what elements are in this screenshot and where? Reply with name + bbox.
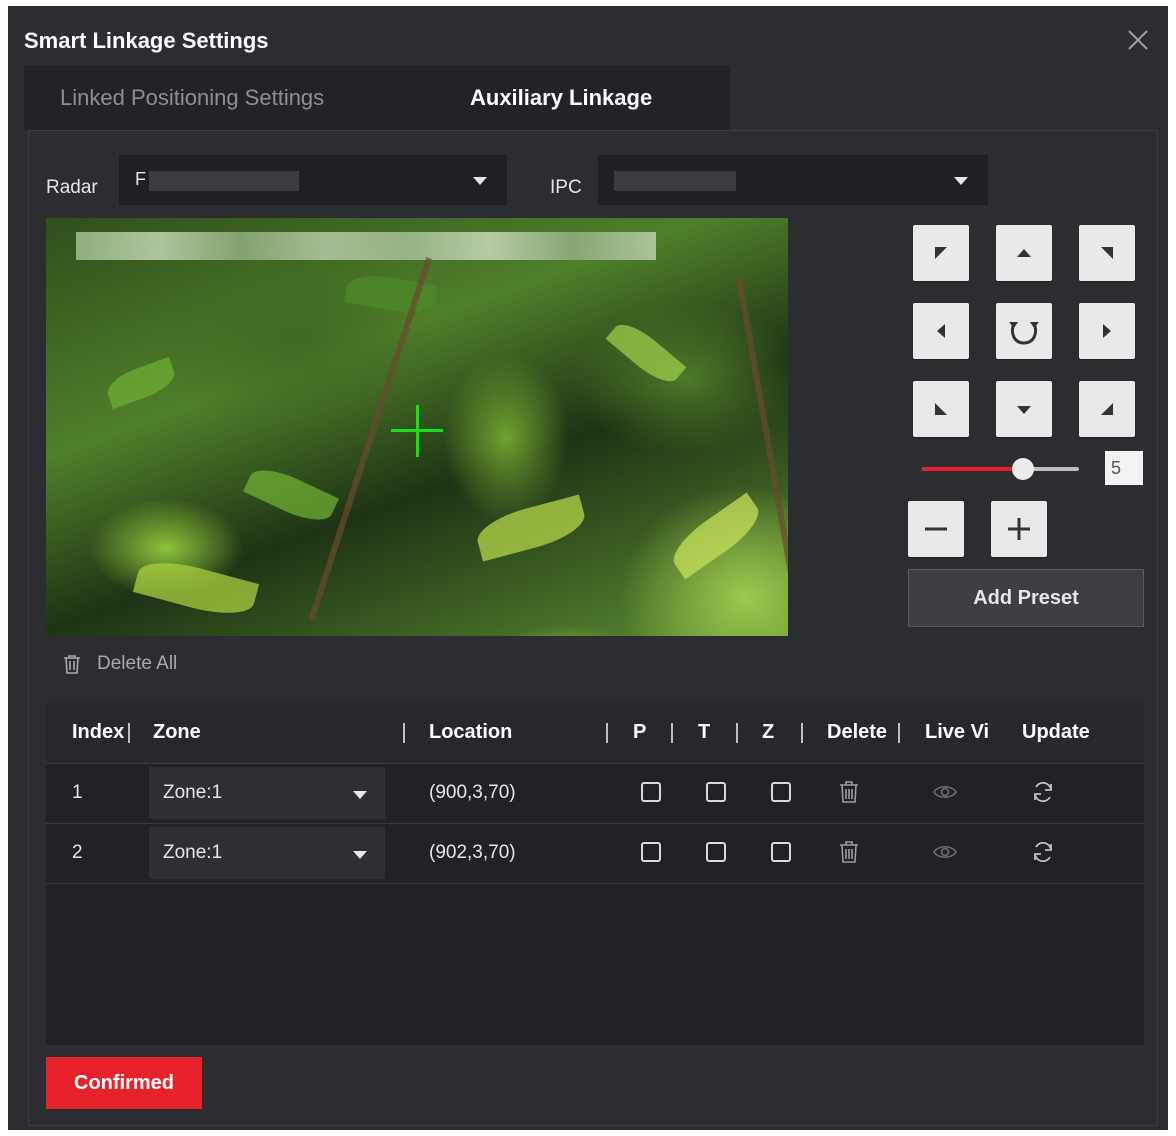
col-location: Location <box>429 721 513 743</box>
radar-select[interactable]: F <box>119 155 507 205</box>
ipc-label: IPC <box>550 177 582 198</box>
minus-icon <box>925 527 947 531</box>
linkage-table: Index Zone Location P T Z Delete Live Vi… <box>46 701 1144 1045</box>
live-video-view[interactable] <box>46 218 788 636</box>
ptz-down-right-button[interactable] <box>1079 381 1135 437</box>
chevron-down-icon <box>353 851 367 859</box>
row-location: (902,3,70) <box>429 842 516 863</box>
ptz-speed-value[interactable]: 5 <box>1105 451 1143 485</box>
eye-icon[interactable] <box>932 779 958 805</box>
table-row: 2 Zone:1 (902,3,70) <box>46 823 1144 884</box>
column-divider[interactable] <box>801 723 803 743</box>
ptz-right-button[interactable] <box>1079 303 1135 359</box>
foliage-leaf <box>472 494 590 562</box>
col-zone: Zone <box>153 721 201 743</box>
column-divider[interactable] <box>403 723 405 743</box>
zoom-out-button[interactable] <box>908 501 964 557</box>
chevron-down-icon <box>954 177 968 185</box>
trash-icon <box>64 655 80 674</box>
crosshair-icon-vertical <box>416 405 419 457</box>
slider-fill <box>922 467 1023 471</box>
auxiliary-linkage-panel: Radar F IPC Delete All 5 Add Preset Inde… <box>28 130 1158 1126</box>
column-divider[interactable] <box>671 723 673 743</box>
p-checkbox[interactable] <box>641 782 661 802</box>
row-index: 1 <box>72 782 83 803</box>
zoom-in-button[interactable] <box>991 501 1047 557</box>
add-preset-button[interactable]: Add Preset <box>908 569 1144 627</box>
zone-select[interactable]: Zone:1 <box>149 767 385 819</box>
column-divider[interactable] <box>606 723 608 743</box>
col-update: Update <box>1022 721 1090 743</box>
foliage-leaf <box>132 553 260 623</box>
refresh-icon[interactable] <box>1030 779 1056 805</box>
table-header: Index Zone Location P T Z Delete Live Vi… <box>46 701 1144 764</box>
arrow-down-right-icon <box>1101 403 1113 415</box>
column-divider[interactable] <box>736 723 738 743</box>
tab-linked-positioning-settings[interactable]: Linked Positioning Settings <box>60 66 324 130</box>
chevron-down-icon <box>353 791 367 799</box>
ipc-redacted-mask <box>614 171 736 191</box>
ptz-up-button[interactable] <box>996 225 1052 281</box>
trash-icon[interactable] <box>836 839 862 865</box>
foliage-leaf <box>664 492 768 580</box>
foliage-leaf <box>102 356 180 410</box>
col-delete: Delete <box>827 721 888 743</box>
plus-icon <box>1008 518 1030 540</box>
ptz-auto-rotate-button[interactable] <box>996 303 1052 359</box>
col-z: Z <box>762 721 775 743</box>
zone-select-value: Zone:1 <box>163 842 223 863</box>
foliage-leaf <box>243 460 339 530</box>
arrow-up-right-icon <box>1101 247 1113 259</box>
zone-select-value: Zone:1 <box>163 782 223 803</box>
arrow-down-left-icon <box>935 403 947 415</box>
radar-redacted-mask <box>149 171 299 191</box>
ipc-select[interactable] <box>598 155 988 205</box>
foliage-branch <box>308 257 432 621</box>
confirm-button[interactable]: Confirmed <box>46 1057 202 1109</box>
column-divider[interactable] <box>898 723 900 743</box>
dialog-title: Smart Linkage Settings <box>24 28 269 53</box>
arrow-up-left-icon <box>935 247 947 259</box>
delete-all-label: Delete All <box>97 653 178 674</box>
t-checkbox[interactable] <box>706 782 726 802</box>
table-row: 1 Zone:1 (900,3,70) <box>46 763 1144 824</box>
arrow-up-icon <box>1017 249 1031 257</box>
arrow-right-icon <box>1103 324 1111 338</box>
foliage-branch <box>736 277 788 634</box>
p-checkbox[interactable] <box>641 842 661 862</box>
arrow-left-icon <box>937 324 945 338</box>
column-divider[interactable] <box>128 723 130 743</box>
ptz-left-button[interactable] <box>913 303 969 359</box>
smart-linkage-dialog: Smart Linkage Settings Linked Positionin… <box>8 6 1168 1130</box>
row-index: 2 <box>72 842 83 863</box>
ptz-up-left-button[interactable] <box>913 225 969 281</box>
trash-icon[interactable] <box>836 779 862 805</box>
ptz-down-button[interactable] <box>996 381 1052 437</box>
col-live-view: Live Vi <box>925 721 990 743</box>
foliage-leaf <box>605 315 687 391</box>
slider-handle[interactable] <box>1012 458 1034 480</box>
eye-icon[interactable] <box>932 839 958 865</box>
ptz-speed-slider[interactable] <box>922 458 1079 480</box>
col-index: Index <box>72 721 125 743</box>
radar-select-value: F <box>135 169 146 189</box>
chevron-down-icon <box>473 177 487 185</box>
zone-select[interactable]: Zone:1 <box>149 827 385 879</box>
tab-auxiliary-linkage[interactable]: Auxiliary Linkage <box>470 66 652 130</box>
auto-rotate-icon <box>1009 322 1039 345</box>
close-icon[interactable] <box>1124 26 1152 54</box>
refresh-icon[interactable] <box>1030 839 1056 865</box>
z-checkbox[interactable] <box>771 782 791 802</box>
arrow-down-icon <box>1017 406 1031 414</box>
t-checkbox[interactable] <box>706 842 726 862</box>
z-checkbox[interactable] <box>771 842 791 862</box>
col-t: T <box>698 721 711 743</box>
col-p: P <box>633 721 647 743</box>
tab-bar: Linked Positioning Settings Auxiliary Li… <box>24 66 730 130</box>
row-location: (900,3,70) <box>429 782 516 803</box>
ptz-down-left-button[interactable] <box>913 381 969 437</box>
ptz-up-right-button[interactable] <box>1079 225 1135 281</box>
radar-label: Radar <box>46 177 98 198</box>
video-overlay-caption <box>76 232 656 260</box>
